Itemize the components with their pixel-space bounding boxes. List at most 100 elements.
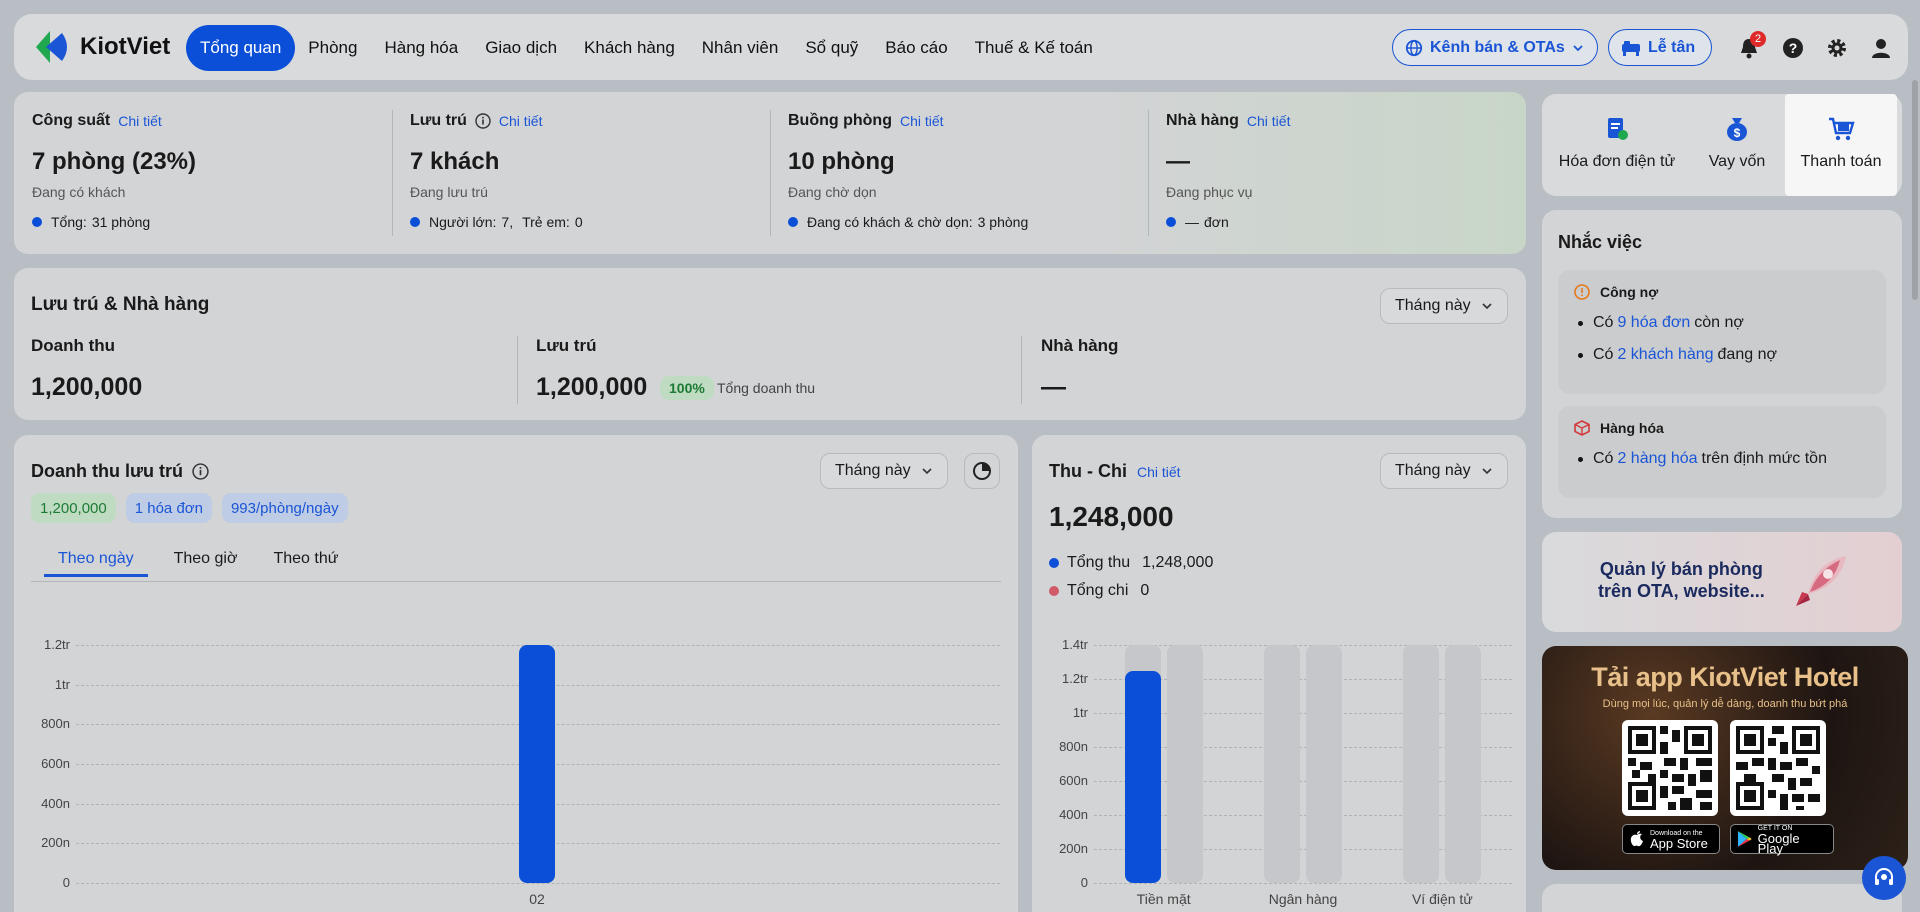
app-banner-title: Tải app KiotViet Hotel bbox=[1591, 662, 1859, 692]
stay-period-select[interactable]: Tháng này bbox=[820, 453, 948, 489]
google-play-icon bbox=[1737, 831, 1752, 847]
debt-customers-link[interactable]: 2 khách hàng bbox=[1617, 346, 1713, 364]
qr-code-appstore bbox=[1622, 720, 1718, 816]
stay-value: 1,200,000 bbox=[536, 373, 648, 401]
appstore-label: App Store bbox=[1650, 836, 1708, 851]
stat-line-value: 3 phòng bbox=[977, 214, 1029, 230]
stat-capacity: Công suất Chi tiết 7 phòng (23%) Đang có … bbox=[14, 92, 392, 254]
stat-line-label: Tổng: bbox=[51, 214, 87, 230]
text: Có bbox=[1593, 314, 1614, 331]
stat-line-label: Đang có khách & chờ dọn: bbox=[807, 214, 973, 230]
tab-by-day[interactable]: Theo ngày bbox=[44, 541, 148, 577]
y-tick-label: 200n bbox=[41, 835, 70, 851]
stat-line-label: Trẻ em: bbox=[522, 214, 570, 230]
support-chat-button[interactable] bbox=[1862, 856, 1906, 900]
info-icon[interactable] bbox=[192, 463, 209, 480]
invoice-icon bbox=[1608, 118, 1628, 140]
help-icon[interactable]: ? bbox=[1778, 33, 1808, 63]
payment-action[interactable]: Thanh toán bbox=[1785, 94, 1897, 196]
text: Có bbox=[1593, 346, 1614, 363]
y-tick-label: 1.2tr bbox=[1061, 671, 1088, 686]
reminders-card: Nhắc việc Công nợ Có 9 hóa đơn còn nợ Có 2 … bbox=[1542, 210, 1902, 518]
stat-detail-line: — đơn bbox=[1166, 214, 1508, 230]
box-icon bbox=[1574, 420, 1590, 436]
stay-revenue-card: Doanh thu lưu trú Tháng này 1,200,000 1 … bbox=[14, 435, 1018, 912]
cashflow-detail-link[interactable]: Chi tiết bbox=[1137, 464, 1181, 480]
text: trên định mức tồn bbox=[1701, 450, 1827, 467]
revenue-value: 1,200,000 bbox=[31, 373, 143, 401]
user-icon[interactable] bbox=[1866, 33, 1896, 63]
bell-icon[interactable]: 2 bbox=[1734, 31, 1766, 63]
y-tick-label: 200n bbox=[1059, 841, 1088, 856]
debt-invoices-link[interactable]: 9 hóa đơn bbox=[1617, 314, 1690, 332]
cashflow-chart: 0 200n 400n 600n 800n 1tr 1.2tr 1.4tr Tiền mặt Ng… bbox=[1032, 595, 1526, 912]
goods-item: Có 2 hàng hóa trên định mức tồn bbox=[1574, 450, 1870, 468]
ota-promo-banner[interactable]: Quản lý bán phòng trên OTA, website... bbox=[1542, 532, 1902, 632]
debt-title: Công nợ bbox=[1600, 284, 1659, 300]
summary-period-select[interactable]: Tháng này bbox=[1380, 288, 1508, 324]
stat-value: 7 phòng (23%) bbox=[32, 148, 197, 175]
stat-detail-link[interactable]: Chi tiết bbox=[499, 113, 543, 129]
bar-track bbox=[1403, 645, 1440, 883]
revenue-label: Doanh thu bbox=[31, 336, 116, 355]
nav-customers[interactable]: Khách hàng bbox=[570, 25, 689, 71]
nav-goods[interactable]: Hàng hóa bbox=[370, 25, 472, 71]
bar[interactable] bbox=[1124, 670, 1161, 883]
stay-tabs: Theo ngày Theo giờ Theo thứ bbox=[44, 541, 352, 577]
cashflow-header: Thu - Chi Chi tiết bbox=[1049, 461, 1181, 482]
svg-text:?: ? bbox=[1789, 40, 1798, 56]
y-tick-label: 600n bbox=[1059, 773, 1088, 788]
nav-rooms[interactable]: Phòng bbox=[294, 25, 371, 71]
stat-line-label: Người lớn: bbox=[429, 214, 497, 230]
nav-tax-accounting[interactable]: Thuế & Kế toán bbox=[961, 25, 1107, 71]
stat-sub: Đang lưu trú bbox=[410, 184, 488, 200]
stat-detail-link[interactable]: Chi tiết bbox=[900, 113, 944, 129]
notification-badge: 2 bbox=[1750, 31, 1766, 47]
chip-invoices: 1 hóa đơn bbox=[125, 493, 212, 523]
stat-detail-link[interactable]: Chi tiết bbox=[118, 113, 162, 129]
cashflow-total: 1,248,000 bbox=[1049, 501, 1174, 532]
debt-reminder: Công nợ Có 9 hóa đơn còn nợ Có 2 khách hàng… bbox=[1558, 270, 1886, 394]
bar[interactable] bbox=[519, 645, 555, 883]
y-tick-label: 800n bbox=[1059, 739, 1088, 754]
nav-staff[interactable]: Nhân viên bbox=[688, 25, 793, 71]
stat-stay: Lưu trú Chi tiết 7 khách Đang lưu trú Ng… bbox=[392, 92, 770, 254]
stats-card: Công suất Chi tiết 7 phòng (23%) Đang có … bbox=[14, 92, 1526, 254]
nav-transactions[interactable]: Giao dịch bbox=[471, 25, 571, 71]
nav-cashbook[interactable]: Sổ quỹ bbox=[791, 25, 872, 71]
e-invoice-action[interactable]: Hóa đơn điện tử bbox=[1550, 94, 1684, 196]
googleplay-badge[interactable]: GET IT ON Google Play bbox=[1730, 824, 1834, 855]
income-value: 1,248,000 bbox=[1142, 554, 1214, 571]
pie-chart-toggle[interactable] bbox=[964, 453, 1000, 489]
gear-icon[interactable] bbox=[1822, 33, 1852, 63]
money-bag-icon: $ bbox=[1727, 118, 1747, 141]
gridline bbox=[76, 883, 1000, 884]
app-banner-subtitle: Dùng mọi lúc, quản lý dễ dàng, doanh thu… bbox=[1602, 698, 1848, 710]
cashflow-period-select[interactable]: Tháng này bbox=[1380, 453, 1508, 489]
rocket-icon bbox=[1796, 556, 1846, 606]
bar-track bbox=[1264, 645, 1300, 883]
page-scrollbar[interactable] bbox=[1912, 80, 1918, 300]
text: Có bbox=[1593, 450, 1614, 467]
promo-text: Quản lý bán phòng trên OTA, website... bbox=[1598, 558, 1765, 602]
logo[interactable]: KiotViet bbox=[32, 29, 170, 65]
tab-by-hour[interactable]: Theo giờ bbox=[160, 541, 252, 577]
stat-detail-link[interactable]: Chi tiết bbox=[1247, 113, 1291, 129]
loan-action[interactable]: $ Vay vốn bbox=[1692, 94, 1782, 196]
cashflow-card: Thu - Chi Chi tiết Tháng này 1,248,000 T… bbox=[1032, 435, 1526, 912]
bar-track bbox=[1445, 645, 1482, 883]
channel-button[interactable]: Kênh bán & OTAs bbox=[1392, 29, 1598, 66]
income-legend: Tổng thu 1,248,000 bbox=[1049, 554, 1213, 572]
nav-overview[interactable]: Tổng quan bbox=[186, 25, 296, 71]
nav-reports[interactable]: Báo cáo bbox=[871, 25, 961, 71]
tab-by-weekday[interactable]: Theo thứ bbox=[259, 541, 352, 577]
stat-sub: Đang chờ dọn bbox=[788, 184, 877, 200]
chip-revenue: 1,200,000 bbox=[31, 493, 116, 523]
debt-item-invoices: Có 9 hóa đơn còn nợ bbox=[1574, 314, 1870, 332]
reception-button[interactable]: Lễ tân bbox=[1608, 29, 1712, 66]
goods-link[interactable]: 2 hàng hóa bbox=[1617, 450, 1697, 468]
info-icon[interactable] bbox=[475, 113, 491, 129]
period-label: Tháng này bbox=[1395, 297, 1471, 314]
appstore-badge[interactable]: Download on the App Store bbox=[1622, 824, 1720, 854]
app-download-banner[interactable]: Tải app KiotViet Hotel Dùng mọi lúc, quả… bbox=[1542, 646, 1908, 870]
